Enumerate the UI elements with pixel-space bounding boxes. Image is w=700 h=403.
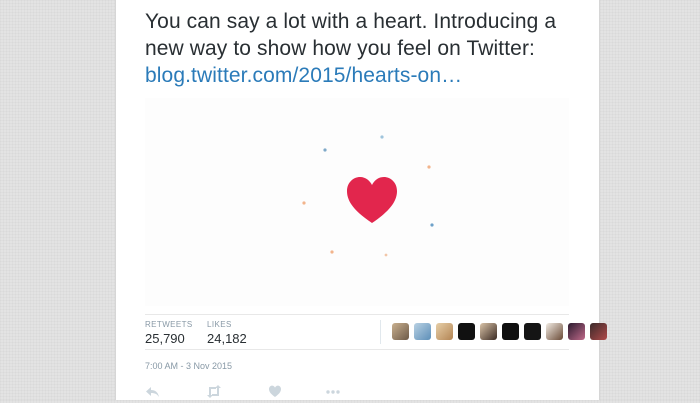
liker-avatar[interactable] bbox=[458, 323, 475, 340]
liker-avatar[interactable] bbox=[568, 323, 585, 340]
sparkle-dot bbox=[430, 223, 434, 227]
retweet-button[interactable] bbox=[206, 385, 222, 403]
sparkle-dot bbox=[330, 250, 334, 254]
tweet-card: You can say a lot with a heart. Introduc… bbox=[115, 0, 607, 400]
more-icon bbox=[326, 390, 340, 394]
heart-icon bbox=[347, 177, 397, 223]
liker-avatar[interactable] bbox=[590, 323, 607, 340]
retweet-icon bbox=[207, 385, 221, 398]
liker-avatar[interactable] bbox=[414, 323, 431, 340]
reply-icon bbox=[146, 387, 159, 397]
tweet-body-text: You can say a lot with a heart. Introduc… bbox=[145, 10, 557, 60]
retweets-count: 25,790 bbox=[145, 331, 185, 346]
retweets-stat[interactable]: RETWEETS 25,790 bbox=[145, 320, 193, 346]
sparkle-dot bbox=[384, 253, 388, 257]
liker-avatars bbox=[392, 323, 612, 340]
like-heart-icon bbox=[269, 385, 281, 397]
stats-bottom-divider bbox=[145, 349, 569, 350]
stats-separator bbox=[380, 320, 381, 344]
tweet-actions bbox=[145, 385, 475, 399]
stats-top-divider bbox=[145, 314, 569, 315]
reply-button[interactable] bbox=[145, 385, 160, 403]
heart-animation-image bbox=[302, 135, 434, 257]
sparkle-dot bbox=[302, 201, 306, 205]
likes-stat[interactable]: LIKES 24,182 bbox=[207, 320, 247, 346]
tweet-media[interactable] bbox=[145, 98, 569, 306]
liker-avatar[interactable] bbox=[524, 323, 541, 340]
sparkle-dot bbox=[427, 165, 431, 169]
retweets-label: RETWEETS bbox=[145, 320, 193, 329]
tweet-timestamp[interactable]: 7:00 AM - 3 Nov 2015 bbox=[145, 361, 232, 371]
liker-avatar[interactable] bbox=[392, 323, 409, 340]
liker-avatar[interactable] bbox=[480, 323, 497, 340]
liker-avatar[interactable] bbox=[546, 323, 563, 340]
likes-label: LIKES bbox=[207, 320, 232, 329]
tweet-link[interactable]: blog.twitter.com/2015/hearts-on… bbox=[145, 64, 462, 87]
liker-avatar[interactable] bbox=[502, 323, 519, 340]
sparkle-dot bbox=[380, 135, 384, 139]
sparkle-dot bbox=[323, 148, 327, 152]
like-button[interactable] bbox=[268, 385, 282, 403]
tweet-text: You can say a lot with a heart. Introduc… bbox=[145, 8, 585, 89]
liker-avatar[interactable] bbox=[436, 323, 453, 340]
likes-count: 24,182 bbox=[207, 331, 247, 346]
more-button[interactable] bbox=[325, 385, 341, 403]
